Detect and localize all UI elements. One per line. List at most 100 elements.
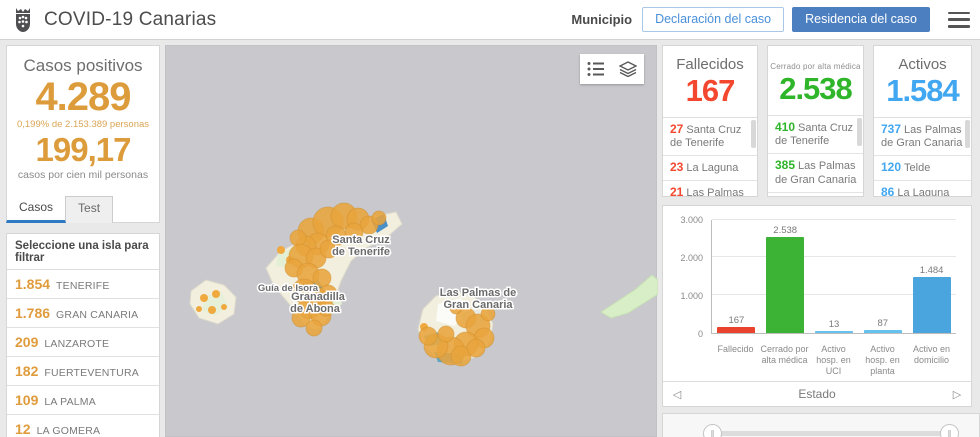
bar-value-label: 1.484 [919, 264, 944, 276]
island-count: 109 [15, 392, 39, 408]
bar-fallecido[interactable]: 167 [712, 219, 761, 333]
panel-title: Fallecidos [676, 56, 744, 73]
map-label-granadilla-line2: de Abona [290, 303, 341, 315]
scrollbar[interactable] [751, 119, 756, 148]
total-cases-value: 4.289 [35, 75, 131, 119]
cerrado-list: 410 Santa Cruz de Tenerife 385 Las Palmas … [768, 114, 863, 193]
island-filter-panel: Seleccione una isla para filtrar 1.854 T… [6, 233, 160, 437]
island-row-gran-canaria[interactable]: 1.786 GRAN CANARIA [7, 299, 159, 328]
residencia-del-caso-button[interactable]: Residencia del caso [792, 7, 930, 32]
map-label-santa-cruz-line1: Santa Cruz [332, 234, 390, 246]
island-count: 182 [15, 363, 39, 379]
island-count: 12 [15, 421, 31, 437]
category-label: Fallecido [717, 344, 754, 354]
island-name: FUERTEVENTURA [44, 367, 139, 379]
island-name: GRAN CANARIA [56, 309, 139, 321]
y-tick: 3.000 [680, 215, 703, 225]
scrollbar[interactable] [857, 117, 862, 146]
app-header: COVID-19 Canarias Municipio Declaración … [0, 0, 980, 40]
island-count: 209 [15, 334, 39, 350]
island-row-fuerteventura[interactable]: 182 FUERTEVENTURA [7, 357, 159, 386]
y-tick: 1.000 [680, 291, 703, 301]
bar-activo-hosp-planta[interactable]: 87 [858, 219, 907, 333]
scrollbar[interactable] [965, 119, 970, 148]
legend-icon[interactable] [587, 61, 605, 77]
casos-test-tabs: Casos Test [6, 196, 114, 223]
map-label-las-palmas-line1: Las Palmas de [440, 287, 516, 299]
rate-value: 199,17 [35, 131, 132, 168]
page-title: COVID-19 Canarias [44, 8, 217, 30]
bar [717, 326, 756, 333]
estado-bar-chart-panel: 0 1.000 2.000 3.000 167 2.538 13 87 1.48… [662, 205, 972, 407]
list-item[interactable]: 120 Telde [874, 156, 971, 181]
pager-right-icon[interactable]: ▷ [943, 388, 971, 401]
y-tick: 2.000 [680, 253, 703, 263]
island-name: LANZAROTE [44, 338, 110, 350]
panel-title: Casos positivos [23, 56, 143, 75]
slider-handle-end[interactable]: ∥ [940, 424, 959, 437]
chart-plot-area: 167 2.538 13 87 1.484 [711, 219, 956, 334]
bar [863, 329, 902, 333]
tab-test[interactable]: Test [66, 196, 114, 223]
island-name: LA PALMA [44, 396, 96, 408]
map-label-las-palmas-line2: Gran Canaria [443, 299, 513, 311]
municipio-label: Municipio [571, 12, 633, 27]
bar-value-label: 13 [828, 319, 840, 330]
island-row-lanzarote[interactable]: 209 LANZAROTE [7, 328, 159, 357]
chart-x-axis-title: Estado [798, 387, 836, 401]
bar-activo-domicilio[interactable]: 1.484 [907, 219, 956, 333]
island-row-la-palma[interactable]: 109 LA PALMA [7, 386, 159, 415]
island-row-tenerife[interactable]: 1.854 TENERIFE [7, 270, 159, 299]
map-toolbar [580, 54, 644, 84]
panel-title: Cerrado por alta médica [770, 62, 861, 71]
island-filter-title: Seleccione una isla para filtrar [7, 234, 159, 270]
bar-activo-hosp-uci[interactable]: 13 [810, 219, 859, 333]
rate-label: casos por cien mil personas [17, 169, 149, 182]
percent-population-text: 0,199% de 2.153.389 personas [16, 119, 150, 130]
category-label: Cerrado por alta médica [760, 344, 809, 365]
list-item[interactable]: 23 La Laguna [663, 156, 757, 181]
category-label: Activo en domicilio [912, 344, 951, 365]
bar-cerrado-por-alta-medica[interactable]: 2.538 [761, 219, 810, 333]
cerrado-alta-medica-panel: Cerrado por alta médica 2.538 410 Santa C… [767, 45, 864, 197]
list-item[interactable]: 410 Santa Cruz de Tenerife [768, 116, 863, 155]
category-label: Activo hosp. en UCI [816, 344, 851, 376]
bar [814, 331, 853, 333]
panel-title: Activos [898, 56, 947, 73]
island-name: TENERIFE [56, 280, 110, 292]
time-range-slider-panel: ∥ ∥ [662, 413, 980, 437]
category-label: Activo hosp. en planta [865, 344, 900, 376]
list-item[interactable]: 27 Santa Cruz de Tenerife [663, 118, 757, 157]
island-row-la-gomera[interactable]: 12 LA GOMERA [7, 415, 159, 437]
y-tick: 0 [697, 329, 703, 339]
layers-icon[interactable] [619, 61, 637, 77]
bar [912, 276, 951, 333]
slider-track[interactable] [711, 431, 951, 436]
fallecidos-list: 27 Santa Cruz de Tenerife 23 La Laguna 21 L… [663, 116, 757, 196]
bar-value-label: 2.538 [773, 224, 798, 236]
pager-left-icon[interactable]: ◁ [663, 388, 691, 401]
list-item[interactable]: 385 Las Palmas de Gran Canaria [768, 154, 863, 193]
casos-positivos-panel: Casos positivos 4.289 0,199% de 2.153.38… [6, 45, 160, 223]
canarias-map[interactable]: Santa Cruz de Tenerife Guía de Isora Gra… [165, 45, 658, 437]
tab-casos[interactable]: Casos [6, 196, 67, 223]
gobierno-canarias-logo-icon [16, 7, 30, 32]
island-count: 1.786 [15, 305, 51, 321]
bar-value-label: 167 [728, 314, 745, 326]
list-item[interactable]: 737 Las Palmas de Gran Canaria [874, 118, 971, 157]
map-canvas: Santa Cruz de Tenerife Guía de Isora Gra… [189, 202, 658, 367]
slider-handle-start[interactable]: ∥ [703, 424, 722, 437]
menu-icon[interactable] [948, 11, 970, 28]
fallecidos-panel: Fallecidos 167 27 Santa Cruz de Tenerife … [662, 45, 758, 197]
activos-value: 1.584 [886, 73, 960, 108]
declaracion-del-caso-button[interactable]: Declaración del caso [642, 7, 785, 32]
map-label-granadilla-line1: Granadilla [291, 291, 346, 303]
list-item[interactable]: 21 Las Palmas [663, 181, 757, 196]
list-item[interactable]: 86 La Laguna [874, 181, 971, 196]
activos-list: 737 Las Palmas de Gran Canaria 120 Telde 8… [874, 116, 971, 196]
cerrado-value: 2.538 [779, 71, 853, 106]
island-name: LA GOMERA [36, 425, 101, 437]
island-count: 1.854 [15, 276, 51, 292]
map-label-santa-cruz-line2: de Tenerife [332, 246, 390, 258]
chart-pager-bar: ◁ Estado ▷ [663, 381, 971, 406]
